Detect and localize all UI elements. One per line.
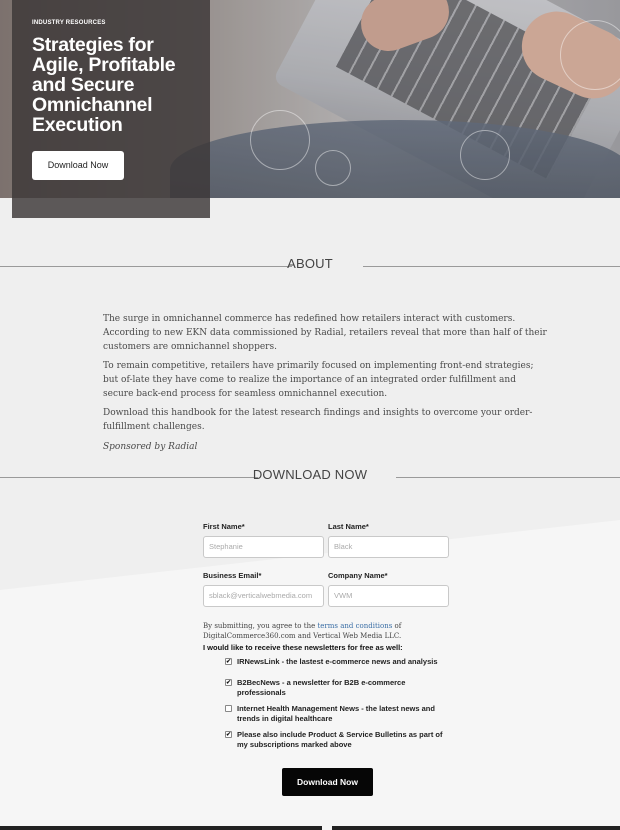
about-paragraph: Download this handbook for the latest re…	[103, 408, 533, 432]
newsletter-option[interactable]: ✔ Please also include Product & Service …	[225, 730, 453, 750]
terms-disclaimer: By submitting, you agree to the terms an…	[203, 622, 402, 640]
hero-decor-circle	[250, 110, 310, 170]
business-email-label: Business Email*	[203, 571, 262, 580]
hero-download-button[interactable]: Download Now	[32, 151, 124, 180]
newsletter-option[interactable]: ✔ IRNewsLink - the lastest e-commerce ne…	[225, 657, 453, 667]
first-name-input[interactable]: Stephanie	[203, 536, 324, 558]
download-submit-button[interactable]: Download Now	[282, 768, 373, 796]
divider	[396, 477, 620, 478]
hero-overlay-card: INDUSTRY RESOURCES Strategies for Agile,…	[12, 0, 210, 218]
last-name-label: Last Name*	[328, 522, 369, 531]
newsletter-checkbox[interactable]	[225, 705, 232, 712]
download-form: First Name* Stephanie Last Name* Black B…	[203, 522, 453, 750]
about-paragraph: The surge in omnichannel commerce has re…	[103, 314, 547, 352]
newsletter-heading: I would like to receive these newsletter…	[203, 643, 403, 652]
newsletter-checkbox[interactable]: ✔	[225, 658, 232, 665]
company-name-input[interactable]: VWM	[328, 585, 449, 607]
download-section-heading: DOWNLOAD NOW	[0, 467, 620, 487]
about-body: The surge in omnichannel commerce has re…	[103, 312, 549, 459]
hero-decor-circle	[315, 150, 351, 186]
footer-strip	[0, 826, 322, 830]
about-section-heading: ABOUT	[0, 256, 620, 276]
divider	[363, 266, 620, 267]
business-email-input[interactable]: sblack@verticalwebmedia.com	[203, 585, 324, 607]
newsletter-checkbox[interactable]: ✔	[225, 679, 232, 686]
footer-strip	[332, 826, 620, 830]
hero-title: Strategies for Agile, Profitable and Sec…	[32, 34, 176, 136]
newsletter-checkbox[interactable]: ✔	[225, 731, 232, 738]
last-name-input[interactable]: Black	[328, 536, 449, 558]
hero-eyebrow: INDUSTRY RESOURCES	[32, 20, 106, 26]
terms-link[interactable]: terms and conditions	[317, 622, 392, 630]
first-name-label: First Name*	[203, 522, 245, 531]
download-heading: DOWNLOAD NOW	[252, 467, 368, 482]
company-name-label: Company Name*	[328, 571, 388, 580]
about-paragraph: To remain competitive, retailers have pr…	[103, 361, 534, 399]
newsletter-option[interactable]: Internet Health Management News - the la…	[225, 704, 453, 724]
hero-decor-circle	[460, 130, 510, 180]
newsletter-option[interactable]: ✔ B2BecNews - a newsletter for B2B e-com…	[225, 678, 453, 698]
sponsor-text: Sponsored by Radial	[103, 442, 198, 452]
about-heading: ABOUT	[287, 256, 333, 271]
